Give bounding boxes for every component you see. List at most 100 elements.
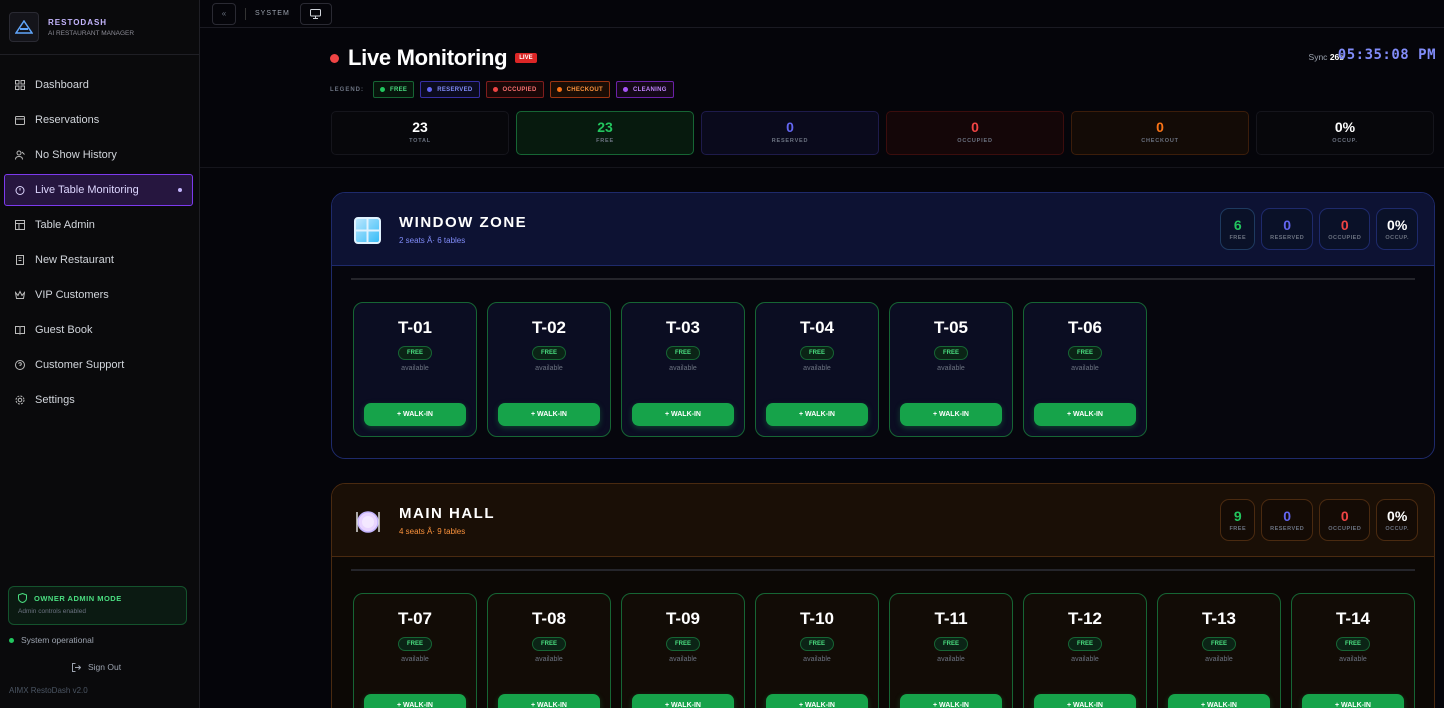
sidebar-item-guest-book[interactable]: Guest Book xyxy=(4,314,193,346)
sidebar-item-vip-customers[interactable]: VIP Customers xyxy=(4,279,193,311)
table-card-t10[interactable]: T-10 FREE available + WALK-IN xyxy=(755,593,879,708)
sidebar-item-settings[interactable]: Settings xyxy=(4,384,193,416)
walk-in-button[interactable]: + WALK-IN xyxy=(766,694,868,708)
book-icon xyxy=(14,325,25,336)
collapse-sidebar-button[interactable]: « xyxy=(212,2,236,25)
logo-icon xyxy=(9,12,39,42)
legend-item-label: OCCUPIED xyxy=(502,86,537,93)
walk-in-button[interactable]: + WALK-IN xyxy=(632,694,734,708)
table-card-t14[interactable]: T-14 FREE available + WALK-IN xyxy=(1291,593,1415,708)
sidebar-item-customer-support[interactable]: Customer Support xyxy=(4,349,193,381)
status-badge: FREE xyxy=(1067,637,1102,651)
system-status-text: System operational xyxy=(21,635,94,645)
zone-window: WINDOW ZONE 2 seats Â· 6 tables 6 FREE 0 R… xyxy=(331,192,1435,459)
zone-stat-value: 0 xyxy=(1340,508,1349,524)
zone-subtitle: 4 seats Â· 9 tables xyxy=(399,527,466,536)
table-number: T-07 xyxy=(397,609,433,628)
table-note: available xyxy=(803,365,831,372)
sidebar-item-label: No Show History xyxy=(35,149,117,161)
plate-icon xyxy=(354,508,381,535)
sidebar-item-live-table-monitoring[interactable]: Live Table Monitoring xyxy=(4,174,193,206)
walk-in-button[interactable]: + WALK-IN xyxy=(1034,694,1136,708)
sidebar-item-table-admin[interactable]: Table Admin xyxy=(4,209,193,241)
brand[interactable]: RESTODASH AI RESTAURANT MANAGER xyxy=(0,0,199,55)
calendar-icon xyxy=(14,115,25,126)
table-card-t13[interactable]: T-13 FREE available + WALK-IN xyxy=(1157,593,1281,708)
sidebar-item-no-show-history[interactable]: No Show History xyxy=(4,139,193,171)
table-card-t05[interactable]: T-05 FREE available + WALK-IN xyxy=(889,302,1013,437)
window-icon xyxy=(354,217,381,244)
table-card-t01[interactable]: T-01 FREE available + WALK-IN xyxy=(353,302,477,437)
zone-stat-value: 9 xyxy=(1233,508,1242,524)
status-badge: FREE xyxy=(799,637,834,651)
zone-header: WINDOW ZONE 2 seats Â· 6 tables 6 FREE 0 R… xyxy=(332,193,1434,266)
table-card-t02[interactable]: T-02 FREE available + WALK-IN xyxy=(487,302,611,437)
status-badge: FREE xyxy=(531,346,566,360)
zone-stat-occupancy: 0% OCCUP. xyxy=(1376,499,1418,541)
walk-in-button[interactable]: + WALK-IN xyxy=(364,403,466,426)
sidebar-nav: Dashboard Reservations No Show History L… xyxy=(0,55,199,416)
table-card-t12[interactable]: T-12 FREE available + WALK-IN xyxy=(1023,593,1147,708)
monitor-button[interactable] xyxy=(299,2,332,25)
zone-header: MAIN HALL 4 seats Â· 9 tables 9 FREE 0 RES… xyxy=(332,484,1434,557)
walk-in-button[interactable]: + WALK-IN xyxy=(900,694,1002,708)
free-dot-icon xyxy=(380,87,385,92)
zone-stat-label: FREE xyxy=(1229,235,1247,241)
walk-in-button[interactable]: + WALK-IN xyxy=(1302,694,1404,708)
sidebar-item-reservations[interactable]: Reservations xyxy=(4,104,193,136)
table-card-t03[interactable]: T-03 FREE available + WALK-IN xyxy=(621,302,745,437)
zone-name: WINDOW ZONE xyxy=(399,214,528,231)
sidebar-item-new-restaurant[interactable]: New Restaurant xyxy=(4,244,193,276)
sign-out-button[interactable]: Sign Out xyxy=(72,662,121,672)
clock: 05:35:08 PM xyxy=(1337,47,1436,63)
walk-in-button[interactable]: + WALK-IN xyxy=(766,403,868,426)
sidebar-item-label: VIP Customers xyxy=(35,289,109,301)
summary-stats: 23 TOTAL 23 FREE 0 RESERVED 0 OCCUPIED 0 CHEC… xyxy=(331,111,1434,155)
zone-divider xyxy=(351,278,1415,280)
zone-stat-free: 6 FREE xyxy=(1220,208,1256,250)
table-card-t07[interactable]: T-07 FREE available + WALK-IN xyxy=(353,593,477,708)
table-card-t09[interactable]: T-09 FREE available + WALK-IN xyxy=(621,593,745,708)
status-badge: FREE xyxy=(933,637,968,651)
shield-icon xyxy=(18,593,27,603)
table-card-t06[interactable]: T-06 FREE available + WALK-IN xyxy=(1023,302,1147,437)
zone-tables: T-07 FREE available + WALK-IN T-08 FREE avail… xyxy=(353,593,1425,708)
zone-stat-label: OCCUP. xyxy=(1385,526,1409,532)
status-dot-icon xyxy=(9,637,14,643)
brand-name: RESTODASH xyxy=(48,17,108,27)
table-number: T-06 xyxy=(1067,318,1103,337)
stat-label: OCCUPIED xyxy=(957,138,993,144)
walk-in-button[interactable]: + WALK-IN xyxy=(1168,694,1270,708)
zone-stat-reserved: 0 RESERVED xyxy=(1261,499,1314,541)
zone-stat-occupied: 0 OCCUPIED xyxy=(1319,499,1371,541)
walk-in-button[interactable]: + WALK-IN xyxy=(498,694,600,708)
walk-in-button[interactable]: + WALK-IN xyxy=(1034,403,1136,426)
legend-item-cleaning: CLEANING xyxy=(616,81,674,98)
zone-stat-value: 0 xyxy=(1283,508,1292,524)
walk-in-button[interactable]: + WALK-IN xyxy=(498,403,600,426)
divider xyxy=(245,7,246,20)
help-icon xyxy=(14,360,25,371)
logout-icon xyxy=(72,662,81,672)
status-badge: FREE xyxy=(933,346,968,360)
stat-label: OCCUP. xyxy=(1332,138,1358,144)
legend-item-label: RESERVED xyxy=(437,86,473,93)
walk-in-button[interactable]: + WALK-IN xyxy=(364,694,466,708)
timer-icon xyxy=(14,185,25,196)
table-number: T-02 xyxy=(531,318,567,337)
stat-label: CHECKOUT xyxy=(1141,138,1179,144)
active-indicator xyxy=(178,188,182,192)
walk-in-button[interactable]: + WALK-IN xyxy=(900,403,1002,426)
page-title-group: Live Monitoring LIVE xyxy=(330,45,537,71)
sign-out-label: Sign Out xyxy=(88,662,122,672)
table-card-t11[interactable]: T-11 FREE available + WALK-IN xyxy=(889,593,1013,708)
table-number: T-05 xyxy=(933,318,969,337)
table-card-t04[interactable]: T-04 FREE available + WALK-IN xyxy=(755,302,879,437)
sidebar-item-dashboard[interactable]: Dashboard xyxy=(4,69,193,101)
sidebar-item-label: Customer Support xyxy=(35,359,125,371)
table-card-t08[interactable]: T-08 FREE available + WALK-IN xyxy=(487,593,611,708)
walk-in-button[interactable]: + WALK-IN xyxy=(632,403,734,426)
stat-reserved: 0 RESERVED xyxy=(701,111,879,155)
stat-value: 0 xyxy=(786,119,794,135)
status-badge: FREE xyxy=(799,346,834,360)
